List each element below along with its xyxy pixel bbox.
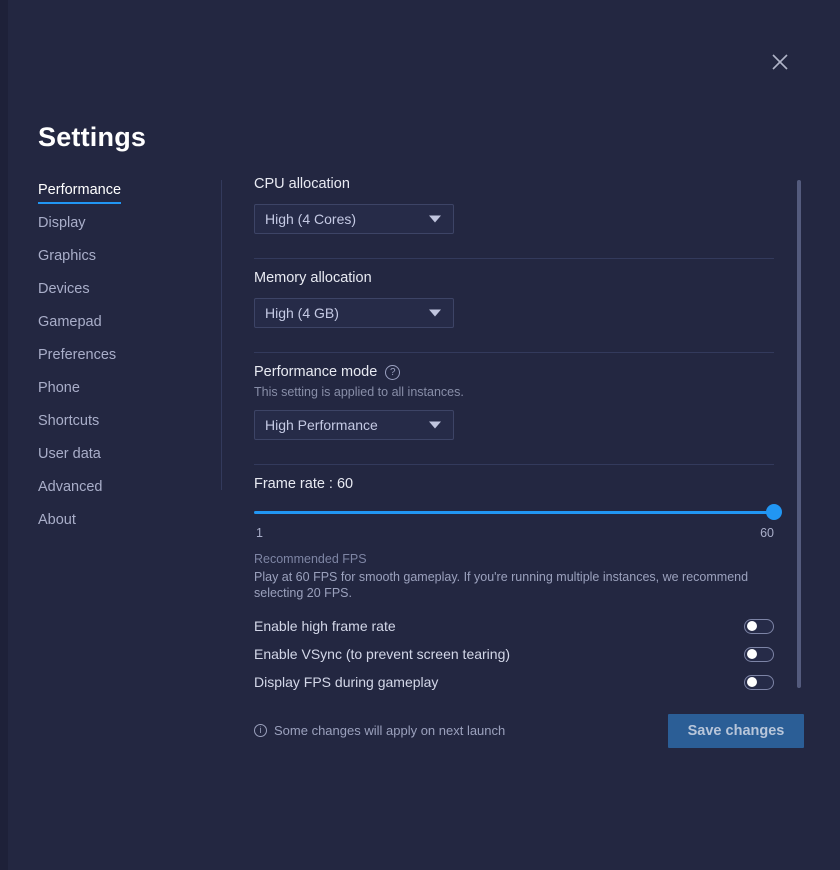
- sidebar-item-graphics[interactable]: Graphics: [38, 248, 96, 270]
- memory-allocation-label: Memory allocation: [254, 270, 372, 286]
- section-divider-3: [254, 464, 774, 465]
- frame-rate-slider-fill: [254, 511, 774, 514]
- frame-rate-slider[interactable]: [254, 504, 782, 521]
- frame-rate-min-label: 1: [256, 526, 263, 540]
- help-icon[interactable]: ?: [385, 364, 401, 380]
- toggle-row-high-frame-rate: Enable high frame rate: [254, 612, 774, 640]
- toggle-label-display-fps: Display FPS during gameplay: [254, 674, 439, 690]
- section-divider-2: [254, 352, 774, 353]
- sidebar-item-advanced[interactable]: Advanced: [38, 479, 103, 501]
- info-icon: i: [254, 724, 267, 737]
- toggle-knob: [747, 649, 757, 659]
- settings-content-panel: CPU allocation High (4 Cores) Memory all…: [254, 176, 794, 692]
- settings-dialog: Settings Performance Display Graphics De…: [0, 0, 840, 870]
- chevron-down-icon: [429, 421, 441, 429]
- cpu-allocation-section: CPU allocation High (4 Cores): [254, 176, 774, 234]
- performance-mode-label-row: Performance mode ?: [254, 364, 774, 380]
- recommended-fps-title: Recommended FPS: [254, 552, 367, 566]
- frame-rate-slider-bounds: 1 60: [254, 526, 774, 542]
- memory-allocation-select[interactable]: High (4 GB): [254, 298, 454, 328]
- sidebar-item-display[interactable]: Display: [38, 215, 86, 237]
- page-title: Settings: [38, 122, 147, 152]
- toggle-label-high-frame-rate: Enable high frame rate: [254, 618, 396, 634]
- sidebar-item-user-data[interactable]: User data: [38, 446, 101, 468]
- sidebar-item-shortcuts[interactable]: Shortcuts: [38, 413, 99, 435]
- sidebar-item-performance[interactable]: Performance: [38, 182, 122, 204]
- footer-note: i Some changes will apply on next launch: [254, 723, 505, 738]
- content-scrollbar[interactable]: [797, 180, 801, 688]
- frame-rate-section: Frame rate : 60 1 60 Recommended FPS Pla…: [254, 476, 782, 696]
- performance-mode-label: Performance mode: [254, 364, 378, 380]
- sidebar-item-gamepad[interactable]: Gamepad: [38, 314, 102, 336]
- toggle-display-fps[interactable]: [744, 674, 774, 690]
- footer-note-text: Some changes will apply on next launch: [274, 723, 506, 738]
- performance-mode-section: Performance mode ? This setting is appli…: [254, 364, 774, 440]
- toggle-knob: [747, 677, 757, 687]
- frame-rate-slider-thumb[interactable]: [766, 504, 782, 520]
- chevron-down-icon: [429, 215, 441, 223]
- recommended-fps-body: Play at 60 FPS for smooth gameplay. If y…: [254, 570, 749, 600]
- toggle-row-vsync: Enable VSync (to prevent screen tearing): [254, 640, 774, 668]
- memory-allocation-value: High (4 GB): [265, 305, 339, 321]
- toggle-row-display-fps: Display FPS during gameplay: [254, 668, 774, 696]
- sidebar-item-about: About: [38, 512, 76, 528]
- sidebar-divider: [221, 180, 222, 490]
- performance-mode-select[interactable]: High Performance: [254, 410, 454, 440]
- toggle-vsync[interactable]: [744, 646, 774, 662]
- toggle-list: Enable high frame rate Enable VSync (to …: [254, 612, 774, 696]
- toggle-knob: [747, 621, 757, 631]
- performance-mode-note: This setting is applied to all instances…: [254, 385, 464, 399]
- toggle-label-vsync: Enable VSync (to prevent screen tearing): [254, 646, 511, 662]
- save-changes-button[interactable]: Save changes: [668, 714, 804, 748]
- toggle-high-frame-rate[interactable]: [744, 618, 774, 634]
- chevron-down-icon: [429, 309, 441, 317]
- sidebar-item-devices[interactable]: Devices: [38, 281, 90, 303]
- cpu-allocation-select[interactable]: High (4 Cores): [254, 204, 454, 234]
- performance-mode-value: High Performance: [265, 417, 378, 433]
- section-divider-1: [254, 258, 774, 259]
- dialog-footer: i Some changes will apply on next launch…: [254, 714, 804, 750]
- settings-sidebar: Performance Display Graphics Devices Gam…: [38, 182, 203, 545]
- memory-allocation-section: Memory allocation High (4 GB): [254, 270, 774, 328]
- frame-rate-label: Frame rate : 60: [254, 476, 354, 492]
- content-scrollbar-thumb[interactable]: [797, 180, 801, 688]
- close-icon[interactable]: [768, 50, 792, 74]
- cpu-allocation-value: High (4 Cores): [265, 211, 357, 227]
- sidebar-item-phone[interactable]: Phone: [38, 380, 80, 402]
- sidebar-item-preferences[interactable]: Preferences: [38, 347, 116, 369]
- frame-rate-max-label: 60: [760, 526, 774, 540]
- cpu-allocation-label: CPU allocation: [254, 176, 350, 192]
